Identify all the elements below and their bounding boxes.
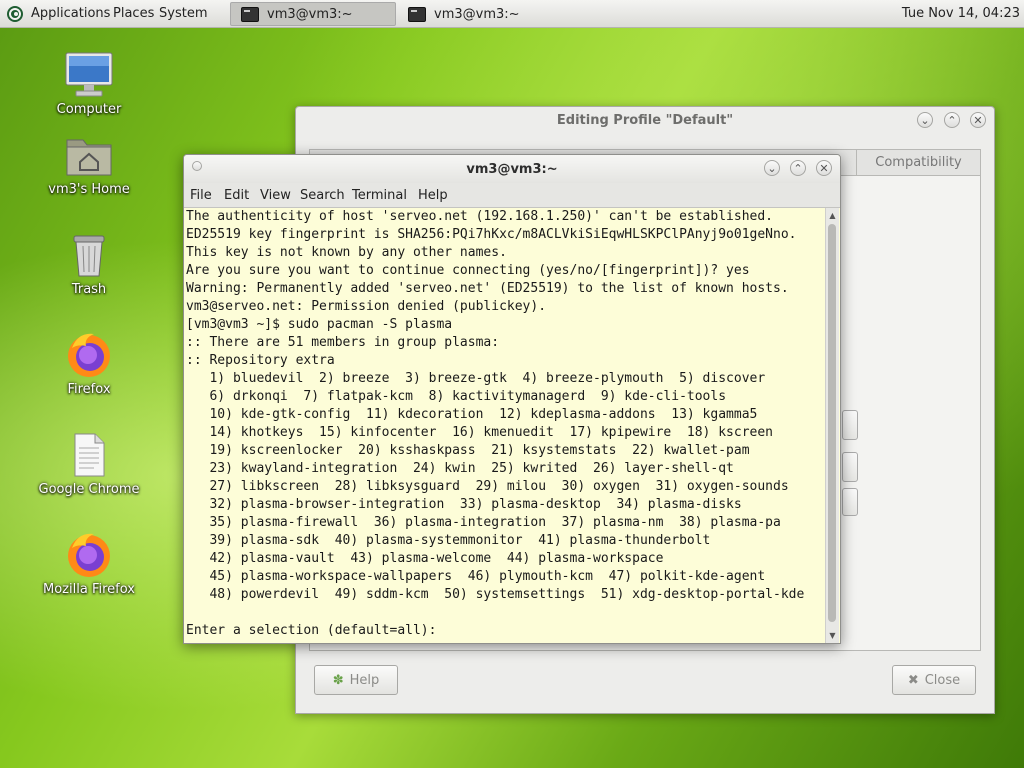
trash-icon [73,235,105,277]
terminal-line: 48) powerdevil 49) sddm-kcm 50) systemse… [186,587,805,602]
terminal-line: 6) drkonqi 7) flatpak-kcm 8) kactivityma… [186,389,727,404]
terminal-scrollbar[interactable]: ▲ ▼ [825,208,839,643]
desktop-icon-firefox[interactable]: Firefox [29,330,149,397]
terminal-icon [408,6,426,22]
dropdown-button[interactable] [842,410,858,440]
desktop-icon-computer[interactable]: Computer [29,50,149,117]
terminal-line: Are you sure you want to continue connec… [186,263,750,278]
maximize-button[interactable]: ⌃ [790,160,806,176]
desktop-icon-label: Firefox [67,382,111,397]
terminal-icon [241,6,259,22]
applications-menu[interactable]: Applications [31,6,110,21]
distro-logo-icon[interactable] [6,5,24,23]
places-menu[interactable]: Places [113,6,154,21]
color-button[interactable] [842,452,858,482]
firefox-icon [68,333,110,377]
terminal-window: vm3@vm3:~ ⌄ ⌃ ✕ File Edit View Search Te… [183,154,841,644]
top-panel: Applications Places System vm3@vm3:~ vm3… [0,0,1024,28]
desktop-icon-label: Mozilla Firefox [43,582,135,597]
terminal-line: 39) plasma-sdk 40) plasma-systemmonitor … [186,533,711,548]
terminal-line: 42) plasma-vault 43) plasma-welcome 44) … [186,551,664,566]
firefox-icon [68,533,110,577]
color-button[interactable] [842,488,858,516]
desktop-icon-label: Computer [56,102,122,117]
terminal-line: 14) khotkeys 15) kinfocenter 16) kmenued… [186,425,773,440]
terminal-line: :: There are 51 members in group plasma: [186,335,500,350]
menu-help[interactable]: Help [418,188,448,203]
taskbar-item-label: vm3@vm3:~ [267,6,353,22]
minimize-button[interactable]: ⌄ [917,112,933,128]
menu-file[interactable]: File [190,188,212,203]
desktop-icon-label: Trash [71,282,107,297]
terminal-line: Enter a selection (default=all): [186,623,445,638]
desktop-icon-label: vm3's Home [48,182,130,197]
panel-clock[interactable]: Tue Nov 14, 04:23 [902,6,1020,21]
terminal-line: Warning: Permanently added 'serveo.net' … [186,281,789,296]
document-icon [74,433,105,477]
menu-terminal[interactable]: Terminal [352,188,407,203]
scrollbar-thumb[interactable] [828,224,836,622]
terminal-line: The authenticity of host 'serveo.net (19… [186,209,773,224]
taskbar-item-label: vm3@vm3:~ [434,6,520,22]
menu-edit[interactable]: Edit [224,188,249,203]
desktop-icon-mozilla-firefox[interactable]: Mozilla Firefox [29,530,149,597]
scroll-down-icon[interactable]: ▼ [826,630,839,642]
desktop-icon-google-chrome[interactable]: Google Chrome [29,430,149,497]
desktop-icon-home[interactable]: vm3's Home [29,130,149,197]
terminal-output[interactable]: The authenticity of host 'serveo.net (19… [186,208,826,643]
terminal-line: [vm3@vm3 ~]$ sudo pacman -S plasma [186,317,453,332]
profile-dialog-title: Editing Profile "Default" [556,113,734,128]
terminal-line: This key is not known by any other names… [186,245,507,260]
help-button-label: Help [349,672,380,688]
terminal-line: vm3@serveo.net: Permission denied (publi… [186,299,547,314]
terminal-line: 32) plasma-browser-integration 33) plasm… [186,497,742,512]
terminal-titlebar[interactable]: vm3@vm3:~ ⌄ ⌃ ✕ [184,155,840,183]
tab-compatibility[interactable]: Compatibility [856,150,980,176]
terminal-line: 1) bluedevil 2) breeze 3) breeze-gtk 4) … [186,371,766,386]
minimize-button[interactable]: ⌄ [764,160,780,176]
menu-search[interactable]: Search [300,188,345,203]
terminal-line: 27) libkscreen 28) libksysguard 29) milo… [186,479,789,494]
close-icon: ✖ [907,672,919,688]
close-window-button[interactable]: ✕ [816,160,832,176]
scroll-up-icon[interactable]: ▲ [826,210,839,222]
terminal-line: 23) kwayland-integration 24) kwin 25) kw… [186,461,734,476]
terminal-menubar: File Edit View Search Terminal Help [184,183,840,208]
desktop-icon-label: Google Chrome [38,482,140,497]
terminal-line: :: Repository extra [186,353,335,368]
menu-view[interactable]: View [260,188,291,203]
close-window-button[interactable]: ✕ [970,112,986,128]
computer-icon [65,52,113,97]
terminal-line: 45) plasma-workspace-wallpapers 46) plym… [186,569,766,584]
terminal-line: 10) kde-gtk-config 11) kdecoration 12) k… [186,407,758,422]
terminal-title: vm3@vm3:~ [466,162,558,177]
terminal-line: 19) kscreenlocker 20) ksshaskpass 21) ks… [186,443,750,458]
system-menu[interactable]: System [159,6,207,21]
maximize-button[interactable]: ⌃ [944,112,960,128]
terminal-line: ED25519 key fingerprint is SHA256:PQi7hK… [186,227,797,242]
home-folder-icon [66,139,112,176]
help-icon: ✽ [332,672,344,688]
close-button-label: Close [924,672,961,688]
taskbar-item-terminal[interactable]: vm3@vm3:~ [230,2,396,26]
taskbar-item-terminal-2[interactable]: vm3@vm3:~ [398,2,566,26]
terminal-line: 35) plasma-firewall 36) plasma-integrati… [186,515,781,530]
close-button[interactable]: ✖ Close [892,665,976,695]
help-button[interactable]: ✽ Help [314,665,398,695]
desktop-icon-trash[interactable]: Trash [29,230,149,297]
